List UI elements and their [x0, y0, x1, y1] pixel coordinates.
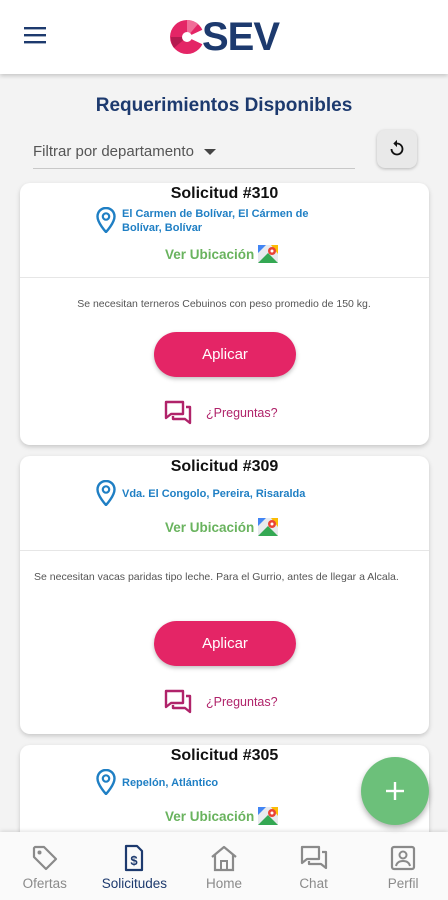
refresh-button[interactable] — [377, 130, 417, 168]
svg-text:$: $ — [131, 853, 139, 868]
see-location-label: Ver Ubicación — [165, 519, 255, 535]
apply-button[interactable]: Aplicar — [154, 621, 296, 666]
app-bar: SEV — [0, 0, 448, 74]
apply-button[interactable]: Aplicar — [154, 332, 296, 377]
location-pin-icon — [96, 480, 116, 506]
questions-button[interactable]: ¿Preguntas? — [164, 689, 278, 715]
filter-label: Filtrar por departamento — [33, 143, 194, 160]
chat-icon — [164, 400, 192, 425]
location-pin-icon — [96, 207, 116, 233]
card-location: Vda. El Congolo, Pereira, Risaralda — [122, 488, 306, 500]
see-location-link[interactable]: Ver Ubicación — [165, 245, 279, 263]
menu-icon[interactable] — [22, 24, 48, 46]
tag-icon — [32, 845, 57, 871]
map-icon — [258, 807, 279, 825]
nav-item-home[interactable]: Home — [179, 832, 269, 900]
card-title: Solicitud #309 — [170, 458, 279, 475]
caret-down-icon — [203, 148, 216, 155]
logo-mark-icon — [170, 19, 206, 54]
app-logo: SEV — [168, 12, 280, 62]
nav-item-ofertas[interactable]: Ofertas — [0, 832, 90, 900]
nav-item-chat[interactable]: Chat — [269, 832, 359, 900]
nav-label: Perfil — [387, 876, 419, 891]
request-card: Solicitud #309 Vda. El Congolo, Pereira,… — [20, 456, 429, 734]
see-location-label: Ver Ubicación — [165, 808, 255, 824]
card-title: Solicitud #305 — [170, 747, 279, 764]
plus-icon — [386, 782, 404, 800]
see-location-link[interactable]: Ver Ubicación — [165, 518, 279, 536]
card-description: Se necesitan vacas paridas tipo leche. P… — [34, 571, 399, 583]
card-description: Se necesitan terneros Cebuinos con peso … — [77, 298, 371, 310]
bottom-navigation: Ofertas $ Solicitudes Home Chat Perfil — [0, 832, 448, 900]
card-divider — [20, 277, 429, 278]
profile-icon — [391, 845, 416, 871]
map-icon — [258, 518, 279, 536]
logo-text: SEV — [202, 14, 280, 59]
chat-icon — [164, 689, 192, 714]
nav-item-perfil[interactable]: Perfil — [358, 832, 448, 900]
questions-label: ¿Preguntas? — [206, 406, 278, 420]
map-icon — [258, 245, 279, 263]
card-location: Repelón, Atlántico — [122, 777, 219, 789]
nav-label: Home — [205, 876, 242, 891]
nav-item-solicitudes[interactable]: $ Solicitudes — [90, 832, 180, 900]
refresh-icon — [390, 139, 404, 156]
questions-button[interactable]: ¿Preguntas? — [164, 400, 278, 426]
questions-label: ¿Preguntas? — [206, 695, 278, 709]
nav-label: Solicitudes — [101, 876, 168, 891]
page-title: Requerimientos Disponibles — [95, 95, 353, 116]
chat-icon — [300, 845, 327, 870]
add-request-button[interactable] — [361, 757, 429, 825]
request-card: Solicitud #310 El Carmen de Bolívar, El … — [20, 183, 429, 445]
home-icon — [211, 845, 237, 872]
department-filter-dropdown[interactable]: Filtrar por departamento — [33, 135, 355, 169]
see-location-label: Ver Ubicación — [165, 246, 255, 262]
see-location-link[interactable]: Ver Ubicación — [165, 807, 279, 825]
card-divider — [20, 550, 429, 551]
location-pin-icon — [96, 769, 116, 795]
card-title: Solicitud #310 — [170, 185, 279, 202]
card-location: El Carmen de Bolívar, El Cármen de Bolív… — [122, 208, 309, 234]
nav-label: Ofertas — [22, 876, 67, 891]
document-dollar-icon: $ — [125, 844, 144, 872]
nav-label: Chat — [299, 876, 328, 891]
